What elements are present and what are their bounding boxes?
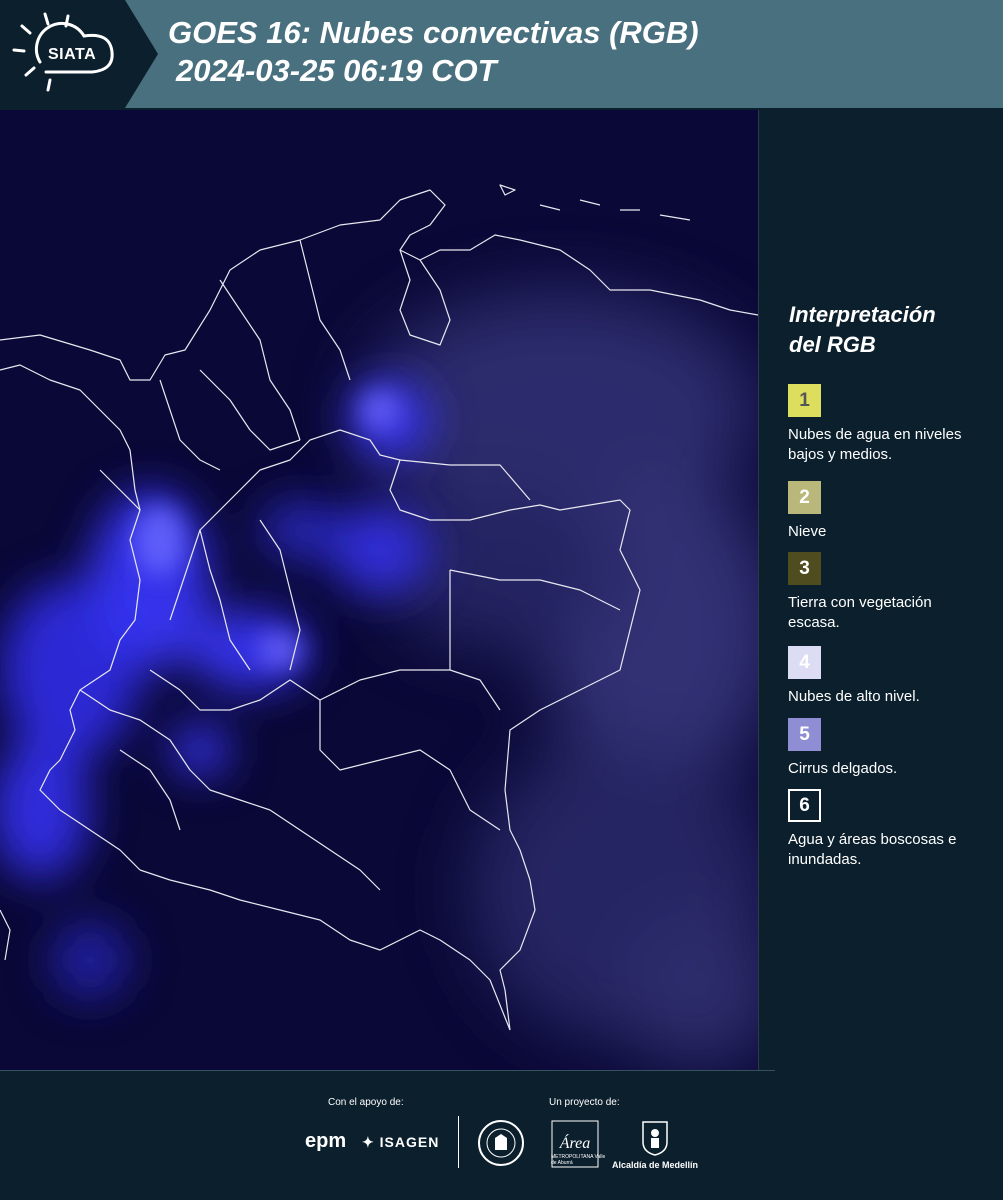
support-label: Con el apoyo de:	[328, 1097, 404, 1108]
legend-item: 5 Cirrus delgados.	[788, 718, 998, 779]
header-bar: SIATA GOES 16: Nubes convectivas (RGB) 2…	[0, 0, 1003, 108]
legend-title: Interpretación del RGB	[789, 300, 989, 360]
legend-title-line2: del RGB	[789, 332, 876, 357]
legend-swatch: 4	[788, 646, 821, 679]
legend-item: 1 Nubes de agua en niveles bajos y medio…	[788, 384, 998, 465]
legend-number: 6	[799, 794, 810, 816]
legend-item: 4 Nubes de alto nivel.	[788, 646, 998, 707]
isagen-logo: ✦ ISAGEN	[362, 1134, 439, 1151]
page-title: GOES 16: Nubes convectivas (RGB) 2024-03…	[168, 14, 699, 90]
legend-number: 1	[799, 389, 810, 411]
legend-label: Agua y áreas boscosas e inundadas.	[788, 831, 957, 868]
seal-emblem-icon	[486, 1128, 516, 1158]
legend-label: Nubes de agua en niveles bajos y medios.	[788, 426, 962, 463]
legend-number: 2	[799, 486, 810, 508]
legend-swatch: 1	[788, 384, 821, 417]
satellite-imagery	[0, 110, 758, 1070]
isagen-text: ISAGEN	[379, 1134, 440, 1150]
legend-swatch: 5	[788, 718, 821, 751]
project-label: Un proyecto de:	[549, 1097, 620, 1108]
legend-item: 6 Agua y áreas boscosas e inundadas.	[788, 789, 998, 870]
legend-number: 4	[799, 651, 810, 673]
legend-swatch: 2	[788, 481, 821, 514]
legend-label: Cirrus delgados.	[788, 760, 898, 777]
legend-label: Nieve	[788, 523, 827, 540]
footer-divider	[0, 1070, 775, 1071]
alcaldia-text: Alcaldía de Medellín	[612, 1160, 699, 1170]
legend-item: 2 Nieve	[788, 481, 998, 542]
footer-separator	[458, 1116, 459, 1168]
area-logo-text: Área	[559, 1133, 591, 1152]
legend-swatch: 6	[788, 789, 821, 822]
legend-label: Nubes de alto nivel.	[788, 688, 920, 705]
legend-title-line1: Interpretación	[789, 302, 936, 327]
siata-logo-text: SIATA	[48, 46, 97, 63]
legend-number: 3	[799, 557, 810, 579]
alcaldia-shield-icon	[642, 1121, 668, 1156]
epm-logo: epm	[305, 1130, 347, 1152]
area-metropolitana-text: METROPOLITANA Valle de Aburrá	[551, 1154, 606, 1166]
title-product: GOES 16: Nubes convectivas (RGB)	[168, 15, 699, 50]
satellite-map	[0, 110, 759, 1070]
legend-label: Tierra con vegetación escasa.	[788, 594, 932, 631]
legend-swatch: 3	[788, 552, 821, 585]
isagen-star-icon: ✦	[362, 1134, 375, 1150]
legend-number: 5	[799, 723, 810, 745]
title-datetime: 2024-03-25 06:19 COT	[176, 53, 497, 88]
siata-logo: SIATA	[0, 0, 158, 108]
legend-item: 3 Tierra con vegetación escasa.	[788, 552, 998, 633]
university-seal-icon	[478, 1120, 524, 1166]
